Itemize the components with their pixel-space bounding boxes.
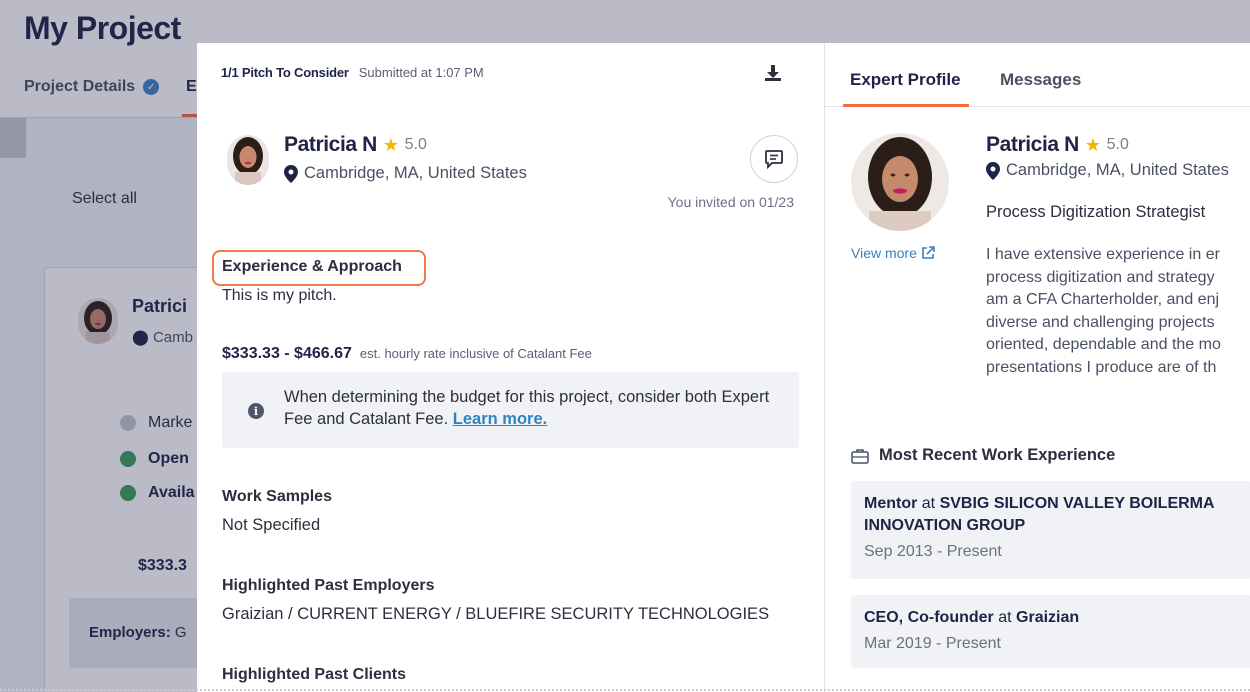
job-at: at [921,495,936,512]
job-card[interactable]: CEO, Co-founder at Graizian Mar 2019 - P… [851,595,1250,668]
avatar [851,133,949,231]
rating-value: 5.0 [1106,136,1129,153]
job-company-line2: INNOVATION GROUP [864,517,1026,534]
experience-body: This is my pitch. [222,287,337,304]
briefcase-icon [851,448,869,464]
job-card[interactable]: Mentor at SVBIG SILICON VALLEY BOILERMA … [851,481,1250,579]
job-role: CEO, Co-founder [864,609,994,626]
job-dates: Sep 2013 - Present [864,543,1002,560]
external-link-icon [922,246,935,259]
invited-date: You invited on 01/23 [667,194,794,210]
work-samples-value: Not Specified [222,516,321,534]
budget-info-box: i When determining the budget for this p… [222,372,799,448]
star-icon: ★ [1084,134,1101,155]
expert-role: Process Digitization Strategist [986,203,1206,221]
job-company: SVBIG SILICON VALLEY BOILERMA [939,495,1215,512]
rate-note: est. hourly rate inclusive of Catalant F… [359,346,592,361]
expert-profile-panel: Expert Profile Messages View more Patric… [824,43,1250,692]
page-bottom-border [0,689,1250,691]
expert-name-text: Patricia N [284,133,377,156]
work-samples-title: Work Samples [222,488,332,505]
location-text: Cambridge, MA, United States [304,164,527,182]
expert-location: Cambridge, MA, United States [284,164,527,183]
bio-line: am a CFA Charterholder, and enj [986,291,1220,308]
tab-expert-profile[interactable]: Expert Profile [850,70,961,90]
job-title: CEO, Co-founder at Graizian [864,607,1250,629]
bio-line: process digitization and strategy [986,268,1215,286]
past-clients-title: Highlighted Past Clients [222,666,407,683]
bio-line: presentations I produce are of th [986,358,1217,376]
bio-line: I have extensive experience in er [986,246,1220,263]
rating-value: 5.0 [404,136,427,153]
pitch-count: 1/1 Pitch To Consider [221,65,349,80]
bio-line: oriented, dependable and the mo [986,336,1221,353]
past-employers-value: Graizian / CURRENT ENERGY / BLUEFIRE SEC… [222,605,770,623]
job-company: Graizian [1016,609,1080,626]
download-icon[interactable] [763,63,783,83]
budget-info-text: When determining the budget for this pro… [284,386,794,430]
job-dates: Mar 2019 - Present [864,635,1001,652]
bio-line: diverse and challenging projects [986,313,1215,331]
work-experience-title: Most Recent Work Experience [851,446,1115,465]
job-at: at [998,609,1012,626]
tab-messages[interactable]: Messages [1000,70,1081,90]
message-button[interactable] [750,135,798,183]
location-text: Cambridge, MA, United States [1006,161,1229,179]
star-icon: ★ [382,134,399,155]
job-company-continued: INNOVATION GROUP [864,515,1250,537]
pitch-modal: 1/1 Pitch To Consider Submitted at 1:07 P… [197,43,824,692]
expert-location: Cambridge, MA, United States [986,161,1229,180]
submitted-time: Submitted at 1:07 PM [358,65,484,80]
expert-bio: I have extensive experience in er proces… [986,244,1250,380]
expert-name: Patricia N ★ 5.0 [986,133,1129,157]
chat-icon [765,150,783,169]
rate-range: $333.33 - $466.67 est. hourly rate inclus… [222,345,592,363]
tab-active-underline [843,104,969,107]
view-more-link[interactable]: View more [851,245,935,261]
rate-range-value: $333.33 - $466.67 [222,345,352,362]
avatar [227,135,269,185]
job-role: Mentor [864,495,918,512]
past-employers-title: Highlighted Past Employers [222,577,435,594]
job-title: Mentor at SVBIG SILICON VALLEY BOILERMA [864,493,1250,515]
view-more-text: View more [851,245,917,261]
map-pin-icon [986,161,1000,180]
map-pin-icon [284,164,298,183]
experience-title: Experience & Approach [222,258,402,275]
pitch-header: 1/1 Pitch To Consider Submitted at 1:07 P… [221,65,484,80]
profile-tabs: Expert Profile Messages [825,43,1250,107]
info-icon: i [248,403,264,419]
expert-name-text: Patricia N [986,133,1079,156]
work-experience-title-text: Most Recent Work Experience [879,446,1116,464]
expert-name: Patricia N ★ 5.0 [284,133,427,157]
learn-more-link[interactable]: Learn more. [453,410,547,428]
